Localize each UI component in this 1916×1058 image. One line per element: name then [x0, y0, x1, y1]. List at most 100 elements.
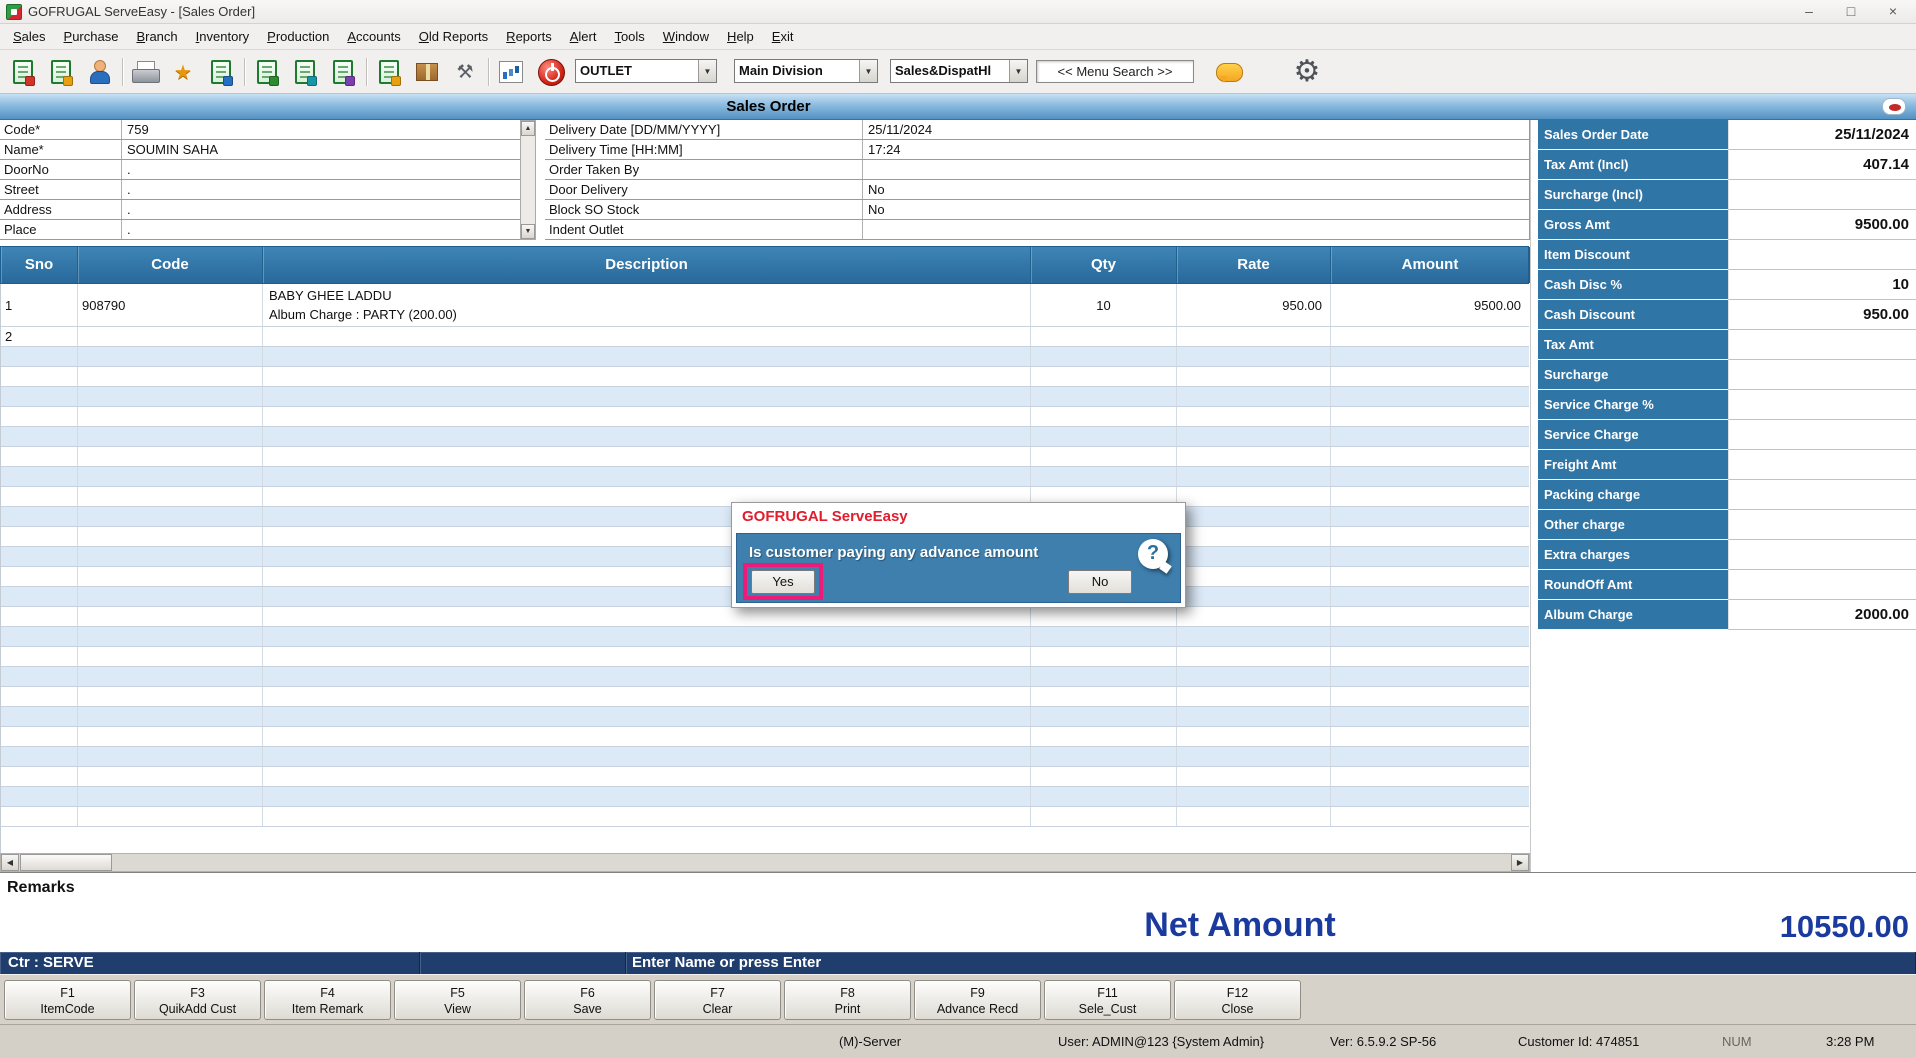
function-key-button[interactable]: F12 Close — [1174, 980, 1301, 1020]
table-row[interactable] — [1, 367, 1529, 387]
field-value[interactable]: No — [863, 180, 1529, 199]
edit-sales-doc-button[interactable] — [44, 55, 78, 89]
new-sales-doc-button[interactable] — [6, 55, 40, 89]
table-row[interactable] — [1, 727, 1529, 747]
minimize-button[interactable]: – — [1788, 0, 1830, 23]
function-key-button[interactable]: F9 Advance Recd — [914, 980, 1041, 1020]
chevron-down-icon[interactable]: ▼ — [859, 60, 877, 82]
chevron-down-icon[interactable]: ▼ — [1009, 60, 1027, 82]
customer-button[interactable] — [82, 55, 116, 89]
table-row[interactable] — [1, 647, 1529, 667]
function-key-button[interactable]: F3 QuikAdd Cust — [134, 980, 261, 1020]
cell-qty — [1031, 667, 1177, 686]
field-value[interactable] — [863, 160, 1529, 179]
cell-amount — [1331, 747, 1529, 766]
table-row[interactable] — [1, 607, 1529, 627]
menu-item[interactable]: Reports — [497, 25, 561, 48]
menu-item[interactable]: Window — [654, 25, 718, 48]
dispatch-select[interactable]: Sales&DispatHl ▼ — [890, 59, 1028, 83]
cell-sno — [1, 607, 78, 626]
table-row[interactable] — [1, 467, 1529, 487]
scrollbar-thumb[interactable] — [20, 854, 112, 871]
shutdown-button[interactable] — [534, 55, 568, 89]
field-value[interactable]: No — [863, 200, 1529, 219]
favorites-button[interactable]: ★ — [166, 55, 200, 89]
table-row[interactable] — [1, 767, 1529, 787]
menu-item[interactable]: Inventory — [187, 25, 259, 48]
table-row[interactable] — [1, 707, 1529, 727]
description-line-1: BABY GHEE LADDU — [269, 286, 1024, 305]
header-chat-icon[interactable] — [1882, 98, 1906, 115]
cell-sno — [1, 547, 78, 566]
menu-item[interactable]: Old Reports — [410, 25, 497, 48]
function-key-button[interactable]: F8 Print — [784, 980, 911, 1020]
table-row[interactable] — [1, 787, 1529, 807]
table-row[interactable] — [1, 347, 1529, 367]
stock-package-button[interactable] — [410, 55, 444, 89]
field-value[interactable]: . — [122, 180, 520, 199]
form-2-button[interactable] — [288, 55, 322, 89]
yes-button[interactable]: Yes — [751, 570, 815, 594]
field-value[interactable]: 25/11/2024 — [863, 120, 1529, 139]
field-value[interactable]: SOUMIN SAHA — [122, 140, 520, 159]
function-key-button[interactable]: F6 Save — [524, 980, 651, 1020]
no-button[interactable]: No — [1068, 570, 1132, 594]
settings-button[interactable]: ⚙ — [1290, 55, 1324, 89]
field-value[interactable]: . — [122, 220, 520, 239]
menu-item[interactable]: Exit — [763, 25, 803, 48]
function-key-button[interactable]: F1 ItemCode — [4, 980, 131, 1020]
scroll-right-icon[interactable]: ▶ — [1511, 854, 1529, 871]
form-3-button[interactable] — [326, 55, 360, 89]
division-select[interactable]: Main Division ▼ — [734, 59, 878, 83]
table-row[interactable]: 1 908790 BABY GHEE LADDU Album Charge : … — [1, 284, 1529, 327]
table-row[interactable] — [1, 747, 1529, 767]
function-key-button[interactable]: F11 Sele_Cust — [1044, 980, 1171, 1020]
table-row[interactable] — [1, 427, 1529, 447]
menu-item[interactable]: Sales — [4, 25, 55, 48]
horizontal-scrollbar[interactable]: ◀ ▶ — [0, 853, 1530, 872]
field-value[interactable] — [863, 220, 1529, 239]
form-1-button[interactable] — [250, 55, 284, 89]
scroll-down-icon[interactable]: ▼ — [521, 224, 535, 239]
field-value[interactable]: 759 — [122, 120, 520, 139]
reports-chart-button[interactable] — [494, 55, 528, 89]
menu-item[interactable]: Purchase — [55, 25, 128, 48]
menu-item[interactable]: Help — [718, 25, 763, 48]
menu-item[interactable]: Tools — [605, 25, 653, 48]
field-value[interactable]: . — [122, 160, 520, 179]
tools-settings-button[interactable]: ⚒ — [448, 55, 482, 89]
scroll-left-icon[interactable]: ◀ — [1, 854, 19, 871]
form-4-button[interactable] — [372, 55, 406, 89]
cell-qty — [1031, 447, 1177, 466]
table-row[interactable] — [1, 807, 1529, 827]
function-key-button[interactable]: F7 Clear — [654, 980, 781, 1020]
table-row[interactable] — [1, 627, 1529, 647]
maximize-button[interactable]: □ — [1830, 0, 1872, 23]
field-value[interactable]: 17:24 — [863, 140, 1529, 159]
outlet-select[interactable]: OUTLET ▼ — [575, 59, 717, 83]
field-value[interactable]: . — [122, 200, 520, 219]
table-row[interactable] — [1, 407, 1529, 427]
menu-item[interactable]: Alert — [561, 25, 606, 48]
print-button[interactable] — [128, 55, 162, 89]
form-row: Order Taken By — [545, 160, 1529, 180]
function-key-button[interactable]: F4 Item Remark — [264, 980, 391, 1020]
menu-item[interactable]: Accounts — [338, 25, 409, 48]
table-row[interactable] — [1, 687, 1529, 707]
chevron-down-icon[interactable]: ▼ — [698, 60, 716, 82]
menu-item[interactable]: Production — [258, 25, 338, 48]
menu-item[interactable]: Branch — [127, 25, 186, 48]
menu-search-input[interactable]: << Menu Search >> — [1036, 60, 1194, 83]
scroll-up-icon[interactable]: ▲ — [521, 121, 535, 136]
remarks-section[interactable]: Remarks — [0, 872, 1916, 902]
table-row[interactable] — [1, 667, 1529, 687]
close-button[interactable]: × — [1872, 0, 1914, 23]
cell-sno — [1, 727, 78, 746]
export-doc-button[interactable] — [204, 55, 238, 89]
document-icon — [51, 60, 71, 84]
function-key-button[interactable]: F5 View — [394, 980, 521, 1020]
table-row[interactable] — [1, 387, 1529, 407]
table-row[interactable] — [1, 447, 1529, 467]
feedback-chat-button[interactable] — [1212, 55, 1246, 89]
table-row[interactable]: 2 — [1, 327, 1529, 347]
